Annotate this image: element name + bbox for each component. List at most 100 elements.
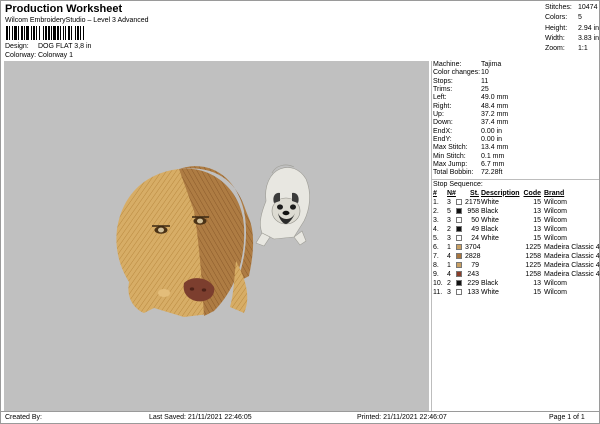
seq-num: 1. — [433, 198, 439, 206]
property-row: Max Jump: 6.7 mm — [432, 161, 599, 169]
stat-width: Width: 3.83 in — [545, 34, 600, 42]
color-code: 1225 — [525, 261, 541, 269]
stop-sequence-row: 7. 4 2828 1258 Madeira Classic 40 — [432, 252, 600, 261]
property-row: EndX: 0.00 in — [432, 128, 599, 136]
seq-num: 6. — [433, 243, 439, 251]
color-swatch — [456, 208, 462, 215]
col-header-stitches: St. — [470, 189, 479, 197]
property-value: 48.4 mm — [481, 102, 509, 110]
thread-brand: Wilcom — [544, 225, 567, 233]
color-description — [481, 252, 523, 261]
machine-properties: Machine: Tajima Color changes: 10 Stops: 11 Tr… — [432, 61, 599, 178]
property-row: Up: 37.2 mm — [432, 111, 599, 119]
design-info-panel: Machine: Tajima Color changes: 10 Stops: 11 Tr… — [431, 61, 600, 411]
property-label: Down: — [433, 119, 453, 127]
color-swatch — [456, 289, 462, 296]
stitch-count: 958 — [467, 207, 479, 215]
property-label: Color changes: — [433, 69, 481, 77]
page-number: Page 1 of 1 — [549, 414, 585, 421]
property-row: Right: 48.4 mm — [432, 103, 599, 111]
color-description: White — [481, 234, 499, 242]
created-by-label: Created By: — [5, 414, 42, 421]
property-value: 25 — [481, 86, 489, 94]
color-code: 15 — [533, 198, 541, 206]
thread-brand: Wilcom — [544, 207, 567, 215]
col-header-brand: Brand — [544, 189, 565, 197]
stitch-count: 2175 — [465, 198, 481, 206]
property-label: Total Bobbin: — [433, 169, 474, 177]
software-subtitle: Wilcom EmbroideryStudio – Level 3 Advanc… — [5, 17, 149, 24]
property-row: Total Bobbin: 72.28ft — [432, 169, 599, 177]
stop-sequence-row: 9. 4 243 1258 Madeira Classic 40 — [432, 270, 600, 279]
stop-sequence-title: Stop Sequence: — [432, 178, 599, 188]
barcode-image — [5, 26, 125, 40]
property-label: Trims: — [433, 86, 453, 94]
property-label: Machine: — [433, 61, 462, 68]
property-row: Stops: 11 — [432, 78, 599, 86]
embroidery-artwork — [116, 164, 310, 317]
property-value: 0.1 mm — [481, 152, 505, 160]
stitch-count: 49 — [471, 225, 479, 233]
stop-sequence-row: 3. 3 50 White 15 Wilcom — [432, 216, 599, 225]
needle-number: 3 — [447, 234, 451, 242]
property-row: Machine: Tajima — [432, 61, 599, 69]
needle-number: 3 — [447, 288, 451, 296]
thread-brand: Wilcom — [544, 279, 567, 287]
colorway-row: Colorway: Colorway 1 — [5, 52, 73, 59]
stop-sequence-row: 5. 3 24 White 15 Wilcom — [432, 234, 599, 243]
needle-number: 2 — [447, 225, 451, 233]
stitch-count: 243 — [467, 270, 479, 278]
property-value: 6.7 mm — [481, 161, 505, 169]
color-swatch — [456, 253, 462, 260]
pug-dog-graphic — [255, 164, 310, 247]
stop-sequence-row: 4. 2 49 Black 13 Wilcom — [432, 225, 599, 234]
needle-number: 3 — [447, 198, 451, 206]
needle-number: 2 — [447, 279, 451, 287]
stitch-count: 24 — [471, 234, 479, 242]
needle-number: 4 — [447, 270, 451, 278]
seq-num: 4. — [433, 225, 439, 233]
color-description: Black — [481, 225, 499, 233]
thread-brand: Wilcom — [544, 234, 567, 242]
page-title: Production Worksheet — [5, 3, 123, 15]
stitch-count: 2828 — [465, 252, 481, 260]
color-code: 15 — [533, 288, 541, 296]
color-description: Black — [481, 207, 499, 215]
stat-stitches: Stitches: 10474 — [545, 4, 598, 11]
page-footer: Created By: Last Saved: 21/11/2021 22:46… — [1, 411, 600, 424]
property-row: Down: 37.4 mm — [432, 119, 599, 127]
design-value: DOG FLAT 3,8 in — [38, 43, 92, 50]
property-label: EndX: — [433, 127, 453, 135]
thread-brand: Madeira Classic 40 — [544, 261, 600, 269]
color-swatch — [456, 280, 462, 287]
color-code: 1225 — [525, 243, 541, 251]
thread-brand: Madeira Classic 40 — [544, 243, 600, 251]
seq-num: 7. — [433, 252, 439, 260]
thread-brand: Madeira Classic 40 — [544, 252, 600, 260]
needle-number: 1 — [447, 261, 451, 269]
color-swatch — [456, 262, 462, 269]
property-row: Color changes: 10 — [432, 69, 599, 77]
seq-num: 10. — [433, 279, 443, 287]
needle-number: 1 — [447, 243, 451, 251]
color-swatch — [456, 244, 462, 251]
thread-brand: Wilcom — [544, 216, 567, 224]
stop-sequence-row: 1. 3 2175 White 15 Wilcom — [432, 198, 599, 207]
stitch-count: 50 — [471, 216, 479, 224]
col-header-code: Code — [523, 189, 542, 197]
worksheet-page: Production Worksheet Wilcom EmbroiderySt… — [0, 0, 600, 424]
col-header-description: Description — [481, 189, 520, 197]
property-row: Left: 49.0 mm — [432, 94, 599, 102]
colorway-label: Colorway: — [5, 52, 37, 59]
color-code: 15 — [533, 234, 541, 242]
property-row: Min Stitch: 0.1 mm — [432, 153, 599, 161]
property-value: 0.00 in — [481, 136, 503, 144]
property-label: Max Stitch: — [433, 144, 468, 152]
design-label: Design: — [5, 43, 29, 50]
stop-sequence-row: 8. 1 79 1225 Madeira Classic 40 — [432, 261, 600, 270]
property-value: 10 — [481, 69, 489, 77]
stop-sequence-row: 2. 5 958 Black 13 Wilcom — [432, 207, 599, 216]
color-description — [481, 261, 523, 270]
stitch-count: 79 — [471, 261, 479, 269]
color-description: White — [481, 198, 499, 206]
